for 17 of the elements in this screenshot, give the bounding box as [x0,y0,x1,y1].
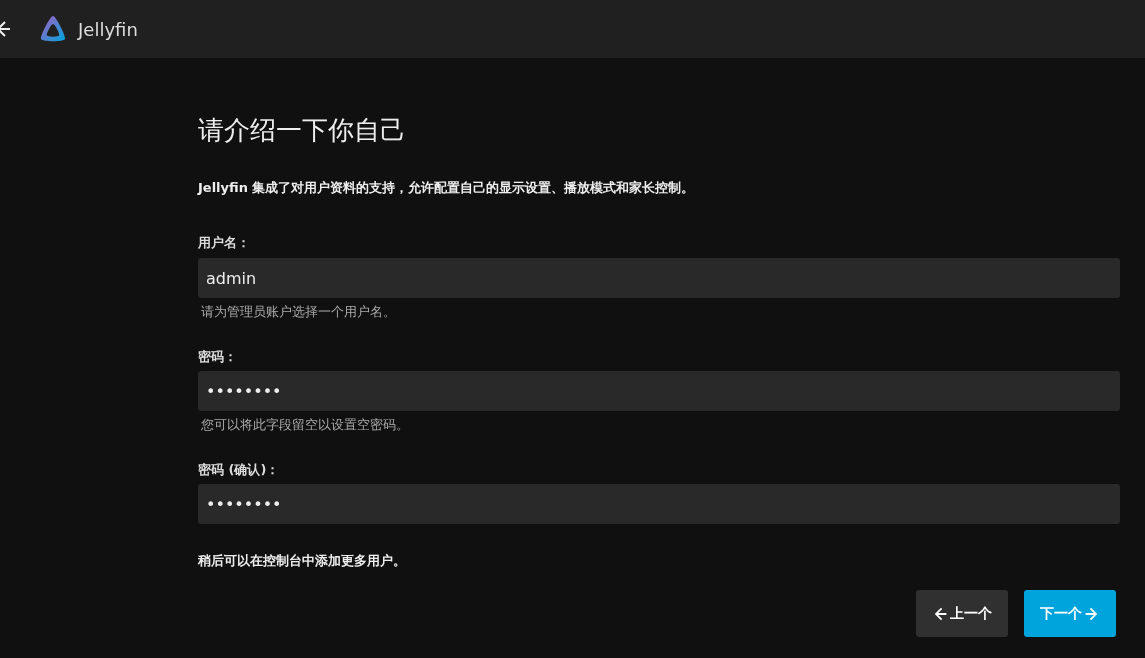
page-title: 请介绍一下你自己 [198,115,407,145]
description: Jellyfin 集成了对用户资料的支持，允许配置自己的显示设置、播放模式和家长控制。 [198,180,696,196]
field-label: 密码： [198,349,237,365]
input-field[interactable]: •••••••• [198,484,1120,524]
field-hint: 请为管理员账户选择一个用户名。 [201,304,396,320]
field-label: 密码 (确认)： [198,462,280,478]
left-arrow-icon [932,605,948,622]
input-field[interactable]: •••••••• [198,371,1120,411]
note-text: 稍后可以在控制台中添加更多用户。 [198,553,406,569]
logo-icon [38,14,68,44]
field-hint: 您可以将此字段留空以设置空密码。 [201,417,409,433]
app-name: Jellyfin [78,18,138,40]
input-field[interactable]: admin [198,258,1120,298]
back-arrow-icon[interactable] [0,19,10,39]
right-arrow-icon [1084,605,1100,622]
previous-button[interactable]: 上一个 [916,590,1008,637]
field-label: 用户名： [198,235,250,251]
